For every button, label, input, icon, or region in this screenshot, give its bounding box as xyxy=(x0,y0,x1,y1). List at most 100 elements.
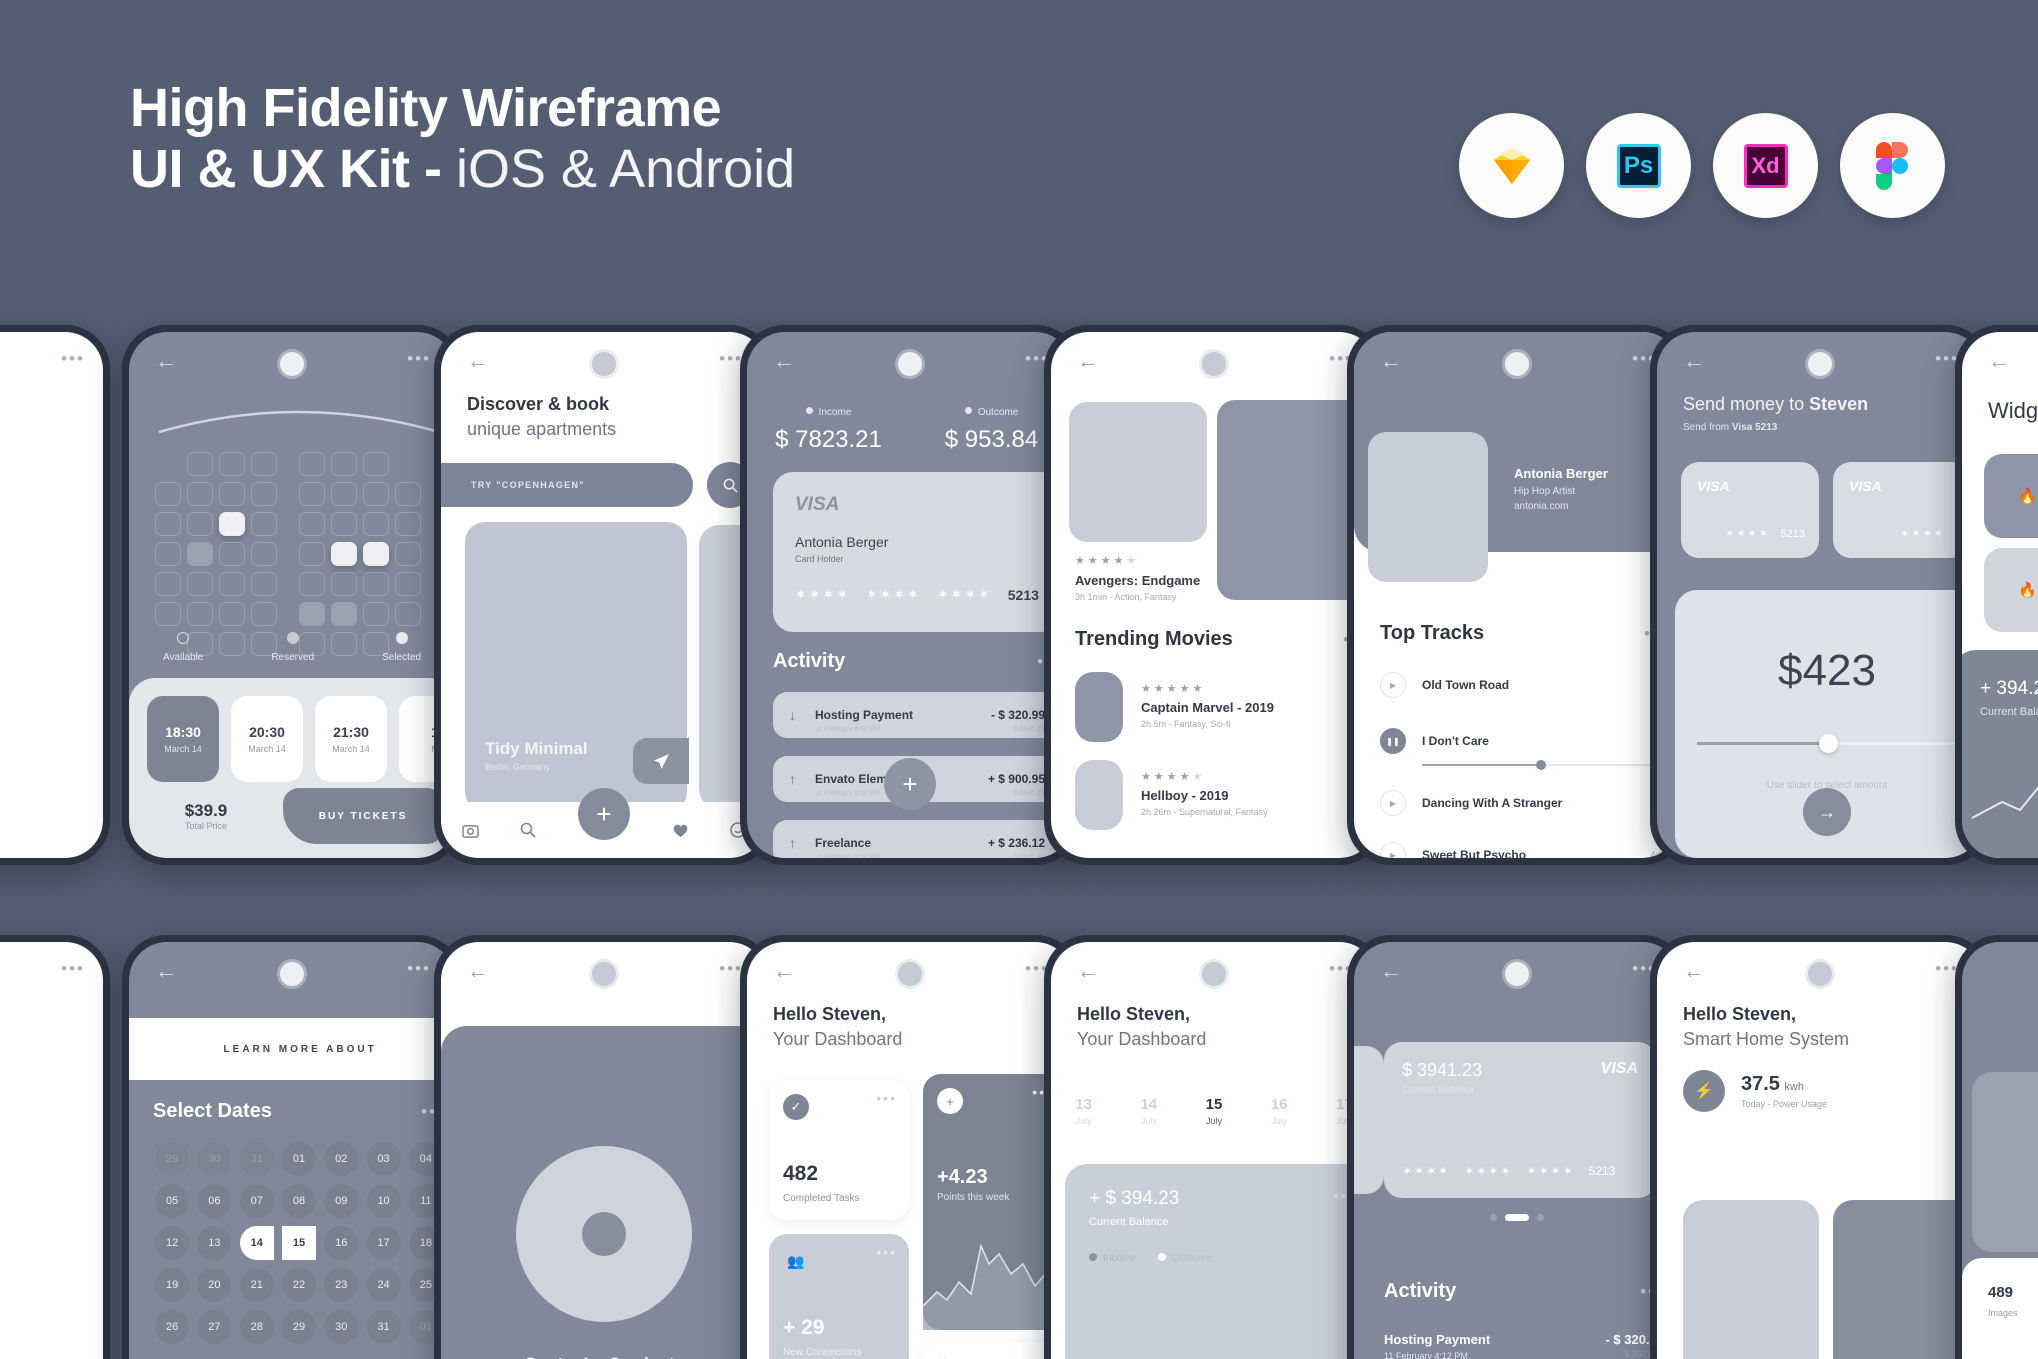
calendar-day[interactable]: 27 xyxy=(197,1310,232,1344)
phone-music-player[interactable]: ← ••• Contra La Corriente Taylor Mars ♩≡… xyxy=(434,935,774,1359)
play-icon[interactable]: ▶ xyxy=(1380,842,1406,858)
more-icon[interactable]: ••• xyxy=(719,350,743,367)
play-icon[interactable]: ▶ xyxy=(1380,790,1406,816)
day-option[interactable]: 16 July xyxy=(1271,1096,1288,1126)
buy-tickets-button[interactable]: BUY TICKETS xyxy=(283,788,443,844)
calendar-day-selected[interactable]: 15 xyxy=(281,1226,316,1260)
artist-site[interactable]: antonia.com xyxy=(1514,501,1608,512)
card-option[interactable]: VISA ✶✶✶✶ xyxy=(1833,462,1971,558)
add-transaction-button[interactable]: + xyxy=(884,758,936,810)
back-icon[interactable]: ← xyxy=(467,350,489,372)
calendar-day[interactable]: 24 xyxy=(366,1268,401,1302)
calendar-day[interactable]: 23 xyxy=(324,1268,359,1302)
back-icon[interactable]: ← xyxy=(155,960,177,982)
showtime-list[interactable]: 18:30 March 14 20:30 March 14 21:30 March 1… xyxy=(147,696,455,782)
images-count-card[interactable]: 489 Images xyxy=(1962,1258,2038,1359)
more-icon[interactable]: ••• xyxy=(407,960,431,977)
phone-wallet-cards[interactable]: ← ••• $ 3941.23 Current Balance VISA ✶✶✶… xyxy=(1347,935,1687,1359)
phone-social-feed[interactable]: ••• ↰ of displaying . #fashion ↰ xyxy=(0,325,110,865)
learn-more-banner[interactable]: LEARN MORE ABOUT xyxy=(129,1018,455,1080)
calendar-day[interactable]: 12 xyxy=(155,1226,190,1260)
calendar-day[interactable]: 30 xyxy=(324,1310,359,1344)
card-option-selected[interactable]: VISA ✶✶✶✶ 5213 xyxy=(1681,462,1819,558)
slider-knob[interactable] xyxy=(1536,760,1546,770)
phone-movies[interactable]: ← ••• ★★★★★ Avengers: Endgame 3h 1min - … xyxy=(1044,325,1384,865)
phone-send-money[interactable]: ← ••• Send money to Steven Send from Vis… xyxy=(1650,325,1990,865)
card-pagination[interactable] xyxy=(1354,1214,1680,1221)
back-icon[interactable]: ← xyxy=(1380,960,1402,982)
track-row[interactable]: ▶ Old Town Road 3:41 xyxy=(1380,672,1668,698)
phone-smart-home[interactable]: ← ••• Hello Steven, Smart Home System ⚡ … xyxy=(1650,935,1990,1359)
calendar-day[interactable]: 07 xyxy=(239,1184,274,1218)
calendar-day[interactable]: 16 xyxy=(324,1226,359,1260)
seat-block-left[interactable] xyxy=(155,452,277,656)
phone-discover-apartments[interactable]: ← ••• Discover & book unique apartments … xyxy=(434,325,774,865)
calendar-day[interactable]: 03 xyxy=(366,1142,401,1176)
day-option[interactable]: 13 July xyxy=(1075,1096,1092,1126)
phone-widgets[interactable]: ← Widgets 🔥 12.5 Running 🔥 5.92 Walking … xyxy=(1955,325,2038,865)
track-row[interactable]: ❚❚ I Don't Care 4:35 xyxy=(1380,728,1668,754)
track-row[interactable]: ▶ Dancing With A Stranger 3:12 xyxy=(1380,790,1668,816)
apartment-card[interactable]: Tidy Minimal Berlin, Germany xyxy=(465,522,689,812)
calendar-day[interactable]: 19 xyxy=(155,1268,190,1302)
calendar-day[interactable]: 29 xyxy=(155,1142,190,1176)
page-dot[interactable] xyxy=(1537,1214,1544,1221)
movie-thumb[interactable] xyxy=(1075,672,1123,742)
widget-walking[interactable]: 🔥 5.92 Walking xyxy=(1984,548,2038,632)
page-dot-active[interactable] xyxy=(1505,1214,1529,1221)
calendar-day[interactable]: 10 xyxy=(366,1184,401,1218)
calendar-day[interactable]: 05 xyxy=(155,1184,190,1218)
back-icon[interactable]: ← xyxy=(1077,350,1099,372)
movie-list-item[interactable]: ★★★★★ Captain Marvel - 2019 2h 5m - Fant… xyxy=(1141,682,1274,729)
continue-button[interactable]: → xyxy=(1803,788,1851,836)
back-icon[interactable]: ← xyxy=(1683,350,1705,372)
calendar-day[interactable]: 21 xyxy=(239,1268,274,1302)
card-prev[interactable] xyxy=(1354,1046,1384,1194)
calendar-day[interactable]: 01 xyxy=(281,1142,316,1176)
more-icon[interactable]: ••• xyxy=(876,1245,897,1259)
activity-row[interactable]: ↑ Freelance + $ 236.12 11 February 3:12 … xyxy=(773,820,1061,858)
calendar-day[interactable]: 29 xyxy=(281,1310,316,1344)
calendar-day[interactable]: 22 xyxy=(281,1268,316,1302)
credit-card[interactable]: VISA Antonia Berger Card Holder ✶✶✶✶ ✶✶✶… xyxy=(773,472,1061,632)
back-icon[interactable]: ← xyxy=(773,350,795,372)
activity-row[interactable]: Hosting Payment 11 February 4:12 PM - $ … xyxy=(1384,1332,1664,1359)
back-icon[interactable]: ← xyxy=(773,960,795,982)
more-icon[interactable]: ••• xyxy=(719,960,743,977)
back-icon[interactable]: ← xyxy=(1988,350,2010,372)
back-icon[interactable]: ← xyxy=(467,960,489,982)
calendar-day[interactable]: 28 xyxy=(239,1310,274,1344)
add-button[interactable]: + xyxy=(578,788,630,840)
phone-cinema-seats[interactable]: ← ••• Available Reserved Selected 18:30 … xyxy=(122,325,462,865)
seat-block-right[interactable] xyxy=(299,452,421,656)
calendar-day[interactable]: 31 xyxy=(366,1310,401,1344)
search-icon[interactable] xyxy=(520,822,536,838)
figma-badge[interactable] xyxy=(1840,113,1945,218)
calendar-day[interactable]: 09 xyxy=(324,1184,359,1218)
widget-running[interactable]: 🔥 12.5 Running xyxy=(1984,454,2038,538)
phone-artist-tracks[interactable]: ← ••• Antonia Berger Hip Hop Artist anto… xyxy=(1347,325,1687,865)
day-option-selected[interactable]: 15 July xyxy=(1206,1096,1223,1126)
phone-partial-bottom-left[interactable]: ••• xyxy=(0,935,110,1359)
calendar-day[interactable]: 30 xyxy=(197,1142,232,1176)
navigate-button[interactable] xyxy=(633,738,689,784)
widget-balance[interactable]: + 394.23 Current Balance xyxy=(1962,650,2038,858)
search-input[interactable]: TRY "COPENHAGEN" xyxy=(441,463,693,507)
phone-dashboard-tiles[interactable]: ← ••• Hello Steven, Your Dashboard ✓ •••… xyxy=(740,935,1080,1359)
calendar-day[interactable]: 02 xyxy=(324,1142,359,1176)
back-icon[interactable]: ← xyxy=(155,350,177,372)
xd-badge[interactable]: Xd xyxy=(1713,113,1818,218)
calendar-day[interactable]: 06 xyxy=(197,1184,232,1218)
activity-row[interactable]: ↓ Hosting Payment - $ 320.99 11 February… xyxy=(773,692,1061,738)
back-icon[interactable]: ← xyxy=(1683,960,1705,982)
page-dot[interactable] xyxy=(1490,1214,1497,1221)
showtime-option[interactable]: 18:30 March 14 xyxy=(147,696,219,782)
phone-dashboard-chart[interactable]: ← ••• Hello Steven, Your Dashboard 13 Jul… xyxy=(1044,935,1384,1359)
more-icon[interactable]: ••• xyxy=(407,350,431,367)
day-selector[interactable]: 13 July 14 July 15 July 16 July 17 July xyxy=(1051,1070,1377,1152)
phone-partial-bottom-right[interactable]: 489 Images Images xyxy=(1955,935,2038,1359)
more-icon[interactable]: ••• xyxy=(876,1091,897,1105)
phone-wallet-activity[interactable]: ← ••• Income $ 7823.21 Outcome $ 953.84 … xyxy=(740,325,1080,865)
showtime-option[interactable]: 20:30 March 14 xyxy=(231,696,303,782)
calendar-day[interactable]: 31 xyxy=(239,1142,274,1176)
